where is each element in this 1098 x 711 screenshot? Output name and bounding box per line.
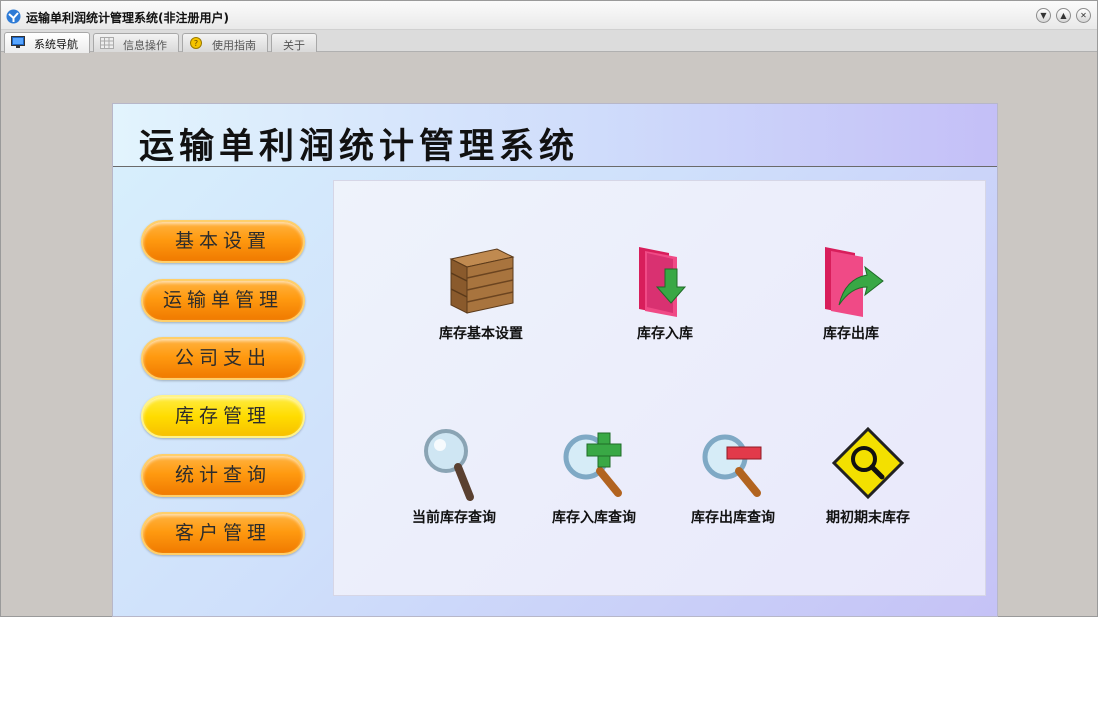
title-bar: 运输单利润统计管理系统(非注册用户) ▼ ▲ ✕ xyxy=(1,1,1097,30)
nav-inventory-mgmt-button[interactable]: 库存管理 xyxy=(141,395,305,438)
magnifier-plus-icon xyxy=(563,432,622,497)
chevron-down-icon: ▼ xyxy=(1040,11,1047,20)
wooden-crate-icon xyxy=(449,248,515,314)
nav-basic-settings-button[interactable]: 基本设置 xyxy=(141,220,305,263)
tab-about[interactable]: 关于 xyxy=(271,33,317,52)
func-label: 当前库存查询 xyxy=(412,510,496,526)
minimize-button[interactable]: ▼ xyxy=(1036,8,1051,23)
close-button[interactable]: ✕ xyxy=(1076,8,1091,23)
nav-customer-mgmt-button[interactable]: 客户管理 xyxy=(141,512,305,555)
tab-guide[interactable]: ? 使用指南 xyxy=(182,33,268,52)
tab-label: 使用指南 xyxy=(212,39,256,52)
magnifier-minus-icon xyxy=(702,434,762,497)
close-icon: ✕ xyxy=(1080,11,1087,20)
main-panel: 运输单利润统计管理系统 基本设置 运输单管理 公司支出 库存管理 统计查询 客户… xyxy=(112,103,998,617)
tab-info-ops[interactable]: 信息操作 xyxy=(93,33,179,52)
maximize-button[interactable]: ▲ xyxy=(1056,8,1071,23)
func-inventory-basic-settings[interactable]: 库存基本设置 xyxy=(421,243,541,353)
func-current-inventory-query[interactable]: 当前库存查询 xyxy=(394,427,514,537)
banner-title: 运输单利润统计管理系统 xyxy=(139,126,580,167)
grid-icon xyxy=(100,37,114,49)
app-window: 运输单利润统计管理系统(非注册用户) ▼ ▲ ✕ 系统导航 信息操作 ? 使用指… xyxy=(0,0,1098,617)
guide-icon: ? xyxy=(190,37,202,49)
app-logo-icon xyxy=(6,9,21,24)
magnifier-icon xyxy=(424,429,474,501)
func-label: 库存入库 xyxy=(637,326,693,342)
func-period-inventory[interactable]: 期初期末库存 xyxy=(808,427,928,537)
window-title: 运输单利润统计管理系统(非注册用户) xyxy=(26,11,229,25)
func-label: 库存入库查询 xyxy=(552,510,636,526)
monitor-icon xyxy=(11,36,25,48)
func-inventory-in-query[interactable]: 库存入库查询 xyxy=(534,427,654,537)
chevron-up-icon: ▲ xyxy=(1060,11,1067,20)
svg-text:?: ? xyxy=(194,39,198,48)
func-inventory-out[interactable]: 库存出库 xyxy=(791,243,911,353)
tab-label: 系统导航 xyxy=(34,38,78,51)
tab-system-nav[interactable]: 系统导航 xyxy=(4,32,90,53)
nav-stats-query-button[interactable]: 统计查询 xyxy=(141,454,305,497)
folder-arrow-down-icon xyxy=(639,247,687,317)
func-inventory-in[interactable]: 库存入库 xyxy=(605,243,725,353)
function-area: 库存基本设置 库存入库 库存出库 当前库存查询 库存入库查询 库存出库查询 期初… xyxy=(333,180,986,596)
func-label: 期初期末库存 xyxy=(826,510,910,526)
tab-label: 信息操作 xyxy=(123,39,167,52)
folder-arrow-out-icon xyxy=(825,247,884,317)
func-label: 库存基本设置 xyxy=(439,326,523,342)
tab-bar: 系统导航 信息操作 ? 使用指南 关于 xyxy=(1,30,1097,53)
func-label: 库存出库查询 xyxy=(691,510,775,526)
func-label: 库存出库 xyxy=(823,326,879,342)
nav-company-expense-button[interactable]: 公司支出 xyxy=(141,337,305,380)
diamond-sign-magnifier-icon xyxy=(832,427,904,500)
tab-label: 关于 xyxy=(283,39,305,52)
nav-waybill-mgmt-button[interactable]: 运输单管理 xyxy=(141,279,305,322)
banner: 运输单利润统计管理系统 xyxy=(113,104,997,167)
func-inventory-out-query[interactable]: 库存出库查询 xyxy=(673,427,793,537)
